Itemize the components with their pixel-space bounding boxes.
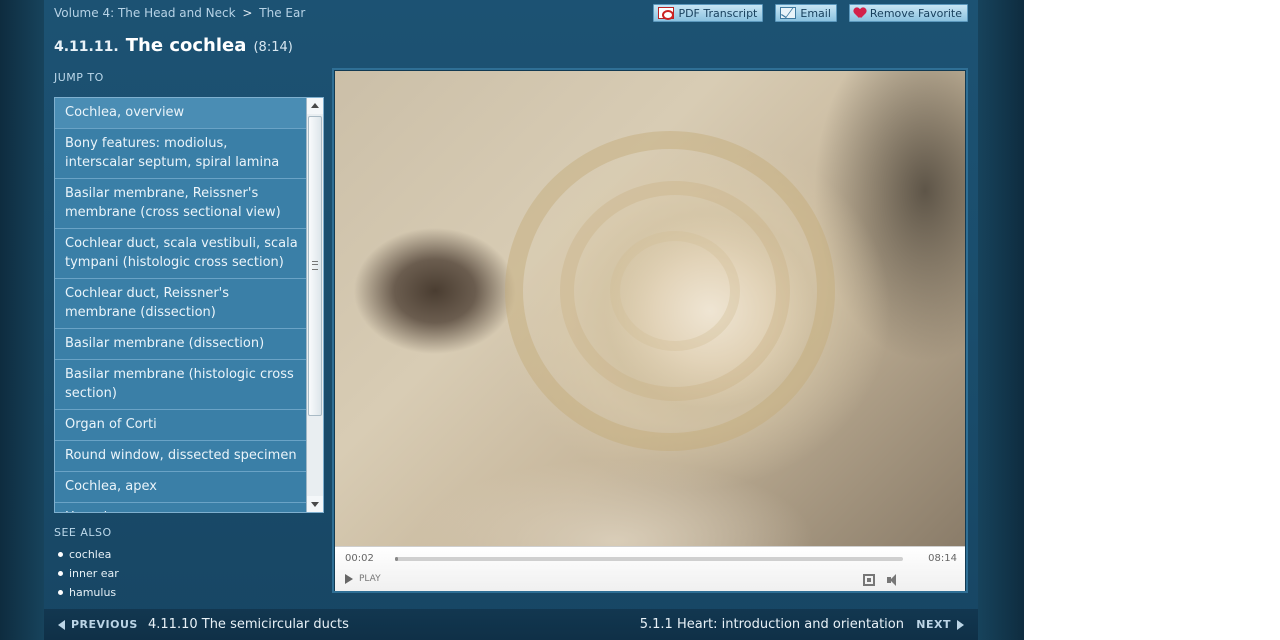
pdf-icon <box>658 7 675 20</box>
remove-favorite-button[interactable]: Remove Favorite <box>848 4 968 22</box>
play-icon <box>345 574 353 584</box>
video-player: 00:02 08:14 PLAY <box>332 68 968 593</box>
jump-to-label: JUMP TO <box>54 71 104 84</box>
play-button[interactable]: PLAY <box>345 574 381 584</box>
heart-icon <box>854 8 866 19</box>
see-also-label: SEE ALSO <box>54 526 112 539</box>
video-frame-detail <box>610 231 740 351</box>
previous-button[interactable]: PREVIOUS <box>58 618 138 631</box>
fullscreen-icon[interactable] <box>863 574 875 586</box>
breadcrumb-volume[interactable]: Volume 4: The Head and Neck <box>54 6 236 20</box>
breadcrumb-separator: > <box>242 6 253 20</box>
video-display[interactable] <box>335 71 965 546</box>
toolbar: PDF Transcript Email Remove Favorite <box>653 4 968 22</box>
current-time: 00:02 <box>345 553 374 564</box>
pdf-transcript-button[interactable]: PDF Transcript <box>653 4 764 22</box>
next-button[interactable]: NEXT <box>916 618 964 631</box>
scroll-down-arrow-icon[interactable] <box>307 496 323 512</box>
title-name: The cochlea <box>125 35 247 56</box>
see-also-link-hamulus[interactable]: hamulus <box>69 583 116 602</box>
jump-item-basilar-dissection[interactable]: Basilar membrane (dissection) <box>55 329 307 360</box>
play-label: PLAY <box>359 574 381 584</box>
previous-lesson-link[interactable]: 4.11.10 The semicircular ducts <box>148 617 349 632</box>
next-arrow-icon <box>957 619 964 630</box>
see-also-item: inner ear <box>58 564 119 583</box>
jump-item-cochlear-duct-dissection[interactable]: Cochlear duct, Reissner's membrane (diss… <box>55 279 307 329</box>
content-panel: Volume 4: The Head and Neck > The Ear PD… <box>44 0 978 640</box>
title-number: 4.11.11. <box>54 39 119 55</box>
breadcrumb-section[interactable]: The Ear <box>259 6 305 20</box>
jump-to-list: Cochlea, overview Bony features: modiolu… <box>55 98 307 512</box>
previous-arrow-icon <box>58 619 65 630</box>
jump-item-hamulus[interactable]: Hamulus <box>55 503 307 512</box>
jump-list-scrollbar[interactable] <box>306 98 323 512</box>
pdf-transcript-label: PDF Transcript <box>678 6 758 20</box>
page-background: Volume 4: The Head and Neck > The Ear PD… <box>0 0 1024 640</box>
see-also-item: cochlea <box>58 545 119 564</box>
jump-item-cochlea-apex[interactable]: Cochlea, apex <box>55 472 307 503</box>
total-time: 08:14 <box>928 553 957 564</box>
jump-item-cochlea-overview[interactable]: Cochlea, overview <box>55 98 307 129</box>
see-also-link-cochlea[interactable]: cochlea <box>69 545 111 564</box>
volume-icon[interactable] <box>887 573 903 587</box>
see-also-link-inner-ear[interactable]: inner ear <box>69 564 119 583</box>
jump-item-basilar-reissner[interactable]: Basilar membrane, Reissner's membrane (c… <box>55 179 307 229</box>
footer-nav: PREVIOUS 4.11.10 The semicircular ducts … <box>44 609 978 640</box>
jump-item-bony-features[interactable]: Bony features: modiolus, interscalar sep… <box>55 129 307 179</box>
email-button[interactable]: Email <box>775 4 837 22</box>
next-lesson-link[interactable]: 5.1.1 Heart: introduction and orientatio… <box>640 617 904 632</box>
remove-favorite-label: Remove Favorite <box>869 6 962 20</box>
breadcrumb: Volume 4: The Head and Neck > The Ear <box>54 6 305 20</box>
email-label: Email <box>800 6 831 20</box>
jump-item-organ-of-corti[interactable]: Organ of Corti <box>55 410 307 441</box>
envelope-icon <box>780 7 797 19</box>
title-duration: (8:14) <box>253 40 293 55</box>
video-controls: 00:02 08:14 PLAY <box>335 546 965 591</box>
scrollbar-thumb[interactable] <box>308 116 322 416</box>
jump-item-round-window[interactable]: Round window, dissected specimen <box>55 441 307 472</box>
jump-item-basilar-histologic[interactable]: Basilar membrane (histologic cross secti… <box>55 360 307 410</box>
see-also-list: cochlea inner ear hamulus <box>58 545 119 602</box>
progress-fill <box>395 557 398 561</box>
see-also-item: hamulus <box>58 583 119 602</box>
jump-item-cochlear-duct-scalae[interactable]: Cochlear duct, scala vestibuli, scala ty… <box>55 229 307 279</box>
previous-label: PREVIOUS <box>71 618 138 631</box>
jump-to-list-box: Cochlea, overview Bony features: modiolu… <box>54 97 324 513</box>
scroll-up-arrow-icon[interactable] <box>307 98 323 114</box>
next-label: NEXT <box>916 618 951 631</box>
page-title: 4.11.11. The cochlea (8:14) <box>54 35 293 56</box>
progress-bar[interactable] <box>395 557 903 561</box>
